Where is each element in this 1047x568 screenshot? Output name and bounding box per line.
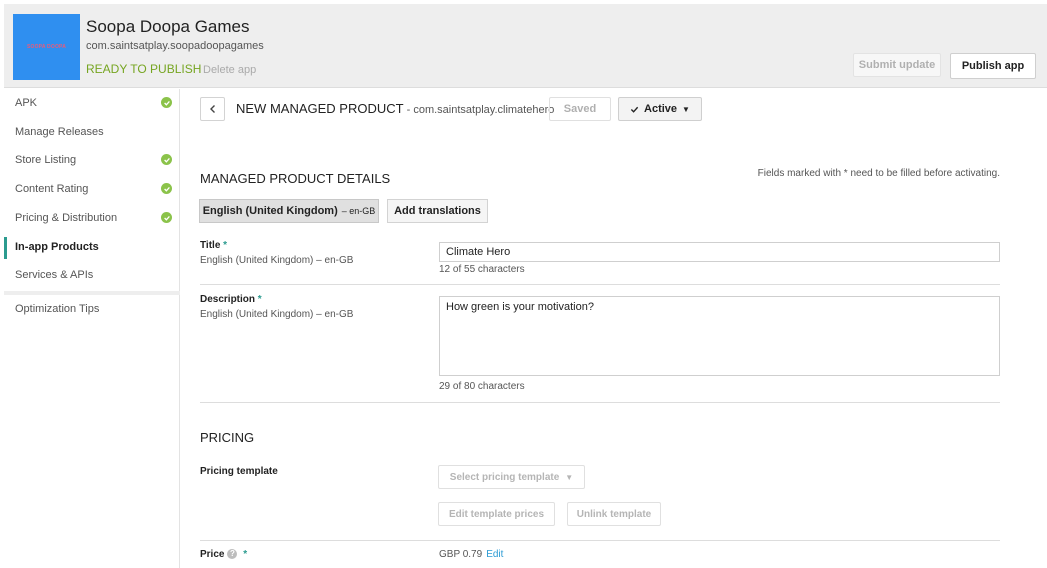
back-button[interactable] <box>200 97 225 121</box>
publish-app-button[interactable]: Publish app <box>950 53 1036 79</box>
check-circle-icon <box>161 97 172 108</box>
sidebar-item-store-listing[interactable]: Store Listing <box>4 146 180 174</box>
product-package: com.saintsatplay.climatehero <box>413 104 555 116</box>
sidebar: APK Manage Releases Store Listing Conten… <box>4 89 180 568</box>
chevron-left-icon <box>209 105 215 113</box>
sidebar-item-label: Store Listing <box>15 154 77 166</box>
language-tab-label: English (United Kingdom) <box>202 205 338 217</box>
price-label: Price? * <box>200 549 247 560</box>
sidebar-item-manage-releases[interactable]: Manage Releases <box>4 118 180 146</box>
pricing-template-label: Pricing template <box>200 466 278 477</box>
product-title-text: NEW MANAGED PRODUCT <box>236 101 404 116</box>
title-language: English (United Kingdom) – en-GB <box>200 255 354 266</box>
required-mark: * <box>223 240 228 251</box>
check-circle-icon <box>161 212 172 223</box>
help-icon[interactable]: ? <box>227 549 238 560</box>
sidebar-item-label: Manage Releases <box>15 126 104 138</box>
edit-template-prices-button[interactable]: Edit template prices <box>438 502 555 526</box>
pricing-section-title: PRICING <box>200 430 255 445</box>
sidebar-item-pricing-distribution[interactable]: Pricing & Distribution <box>4 204 180 232</box>
app-status: READY TO PUBLISH <box>86 62 202 76</box>
add-translations-button[interactable]: Add translations <box>387 199 488 223</box>
status-dropdown-label: Active <box>644 103 678 115</box>
sidebar-item-label: Optimization Tips <box>15 303 100 315</box>
app-title: Soopa Doopa Games <box>86 17 250 36</box>
sidebar-item-label: Content Rating <box>15 183 89 195</box>
pricing-template-select[interactable]: Select pricing template ▼ <box>438 465 585 489</box>
language-tab-code: – en-GB <box>341 206 376 216</box>
sidebar-item-label: Pricing & Distribution <box>15 212 118 224</box>
sidebar-item-content-rating[interactable]: Content Rating <box>4 175 180 203</box>
saved-button[interactable]: Saved <box>549 97 611 121</box>
description-char-count: 29 of 80 characters <box>439 381 525 392</box>
sidebar-item-label: Services & APIs <box>15 269 94 281</box>
sidebar-item-label: APK <box>15 97 38 109</box>
title-label-text: Title <box>200 240 221 251</box>
description-language: English (United Kingdom) – en-GB <box>200 309 354 320</box>
details-section-title: MANAGED PRODUCT DETAILS <box>200 171 391 186</box>
title-char-count: 12 of 55 characters <box>439 264 525 275</box>
unlink-template-button[interactable]: Unlink template <box>567 502 661 526</box>
pricing-template-select-label: Select pricing template <box>449 471 560 483</box>
sidebar-item-services-apis[interactable]: Services & APIs <box>4 261 180 289</box>
caret-down-icon: ▼ <box>565 472 574 482</box>
check-circle-icon <box>161 183 172 194</box>
divider <box>200 402 1000 403</box>
title-label: Title * <box>200 240 227 251</box>
app-package-name: com.saintsatplay.soopadoopagames <box>86 40 264 52</box>
price-value-row: GBP 0.79 Edit <box>439 549 503 560</box>
edit-price-link[interactable]: Edit <box>486 549 503 560</box>
price-value: GBP 0.79 <box>439 549 483 560</box>
product-title: NEW MANAGED PRODUCT - com.saintsatplay.c… <box>236 101 554 116</box>
divider <box>200 284 1000 285</box>
required-mark: * <box>243 549 248 560</box>
product-separator: - <box>403 104 414 116</box>
app-header: SOOPA DOOPA Soopa Doopa Games com.saints… <box>4 4 1047 88</box>
description-textarea[interactable]: How green is your motivation? <box>439 296 1000 376</box>
required-mark: * <box>257 294 262 305</box>
status-dropdown[interactable]: Active ▼ <box>618 97 702 121</box>
submit-update-button[interactable]: Submit update <box>853 53 941 77</box>
sidebar-item-label: In-app Products <box>15 241 99 253</box>
price-label-text: Price <box>200 549 225 560</box>
main-content: NEW MANAGED PRODUCT - com.saintsatplay.c… <box>181 89 1047 568</box>
active-indicator <box>4 237 7 259</box>
description-label: Description * <box>200 294 262 305</box>
caret-down-icon: ▼ <box>682 104 690 114</box>
delete-app-link[interactable]: Delete app <box>203 64 256 76</box>
sidebar-item-apk[interactable]: APK <box>4 89 180 117</box>
check-circle-icon <box>161 154 172 165</box>
sidebar-item-optimization-tips[interactable]: Optimization Tips <box>4 295 180 323</box>
divider <box>200 540 1000 541</box>
fields-note: Fields marked with * need to be filled b… <box>757 168 1000 179</box>
app-logo: SOOPA DOOPA <box>13 14 80 80</box>
check-icon <box>630 106 639 113</box>
tab-language-en-gb[interactable]: English (United Kingdom) – en-GB <box>199 199 379 223</box>
sidebar-item-in-app-products[interactable]: In-app Products <box>4 233 180 261</box>
title-input[interactable]: Climate Hero <box>439 242 1000 262</box>
description-label-text: Description <box>200 294 256 305</box>
